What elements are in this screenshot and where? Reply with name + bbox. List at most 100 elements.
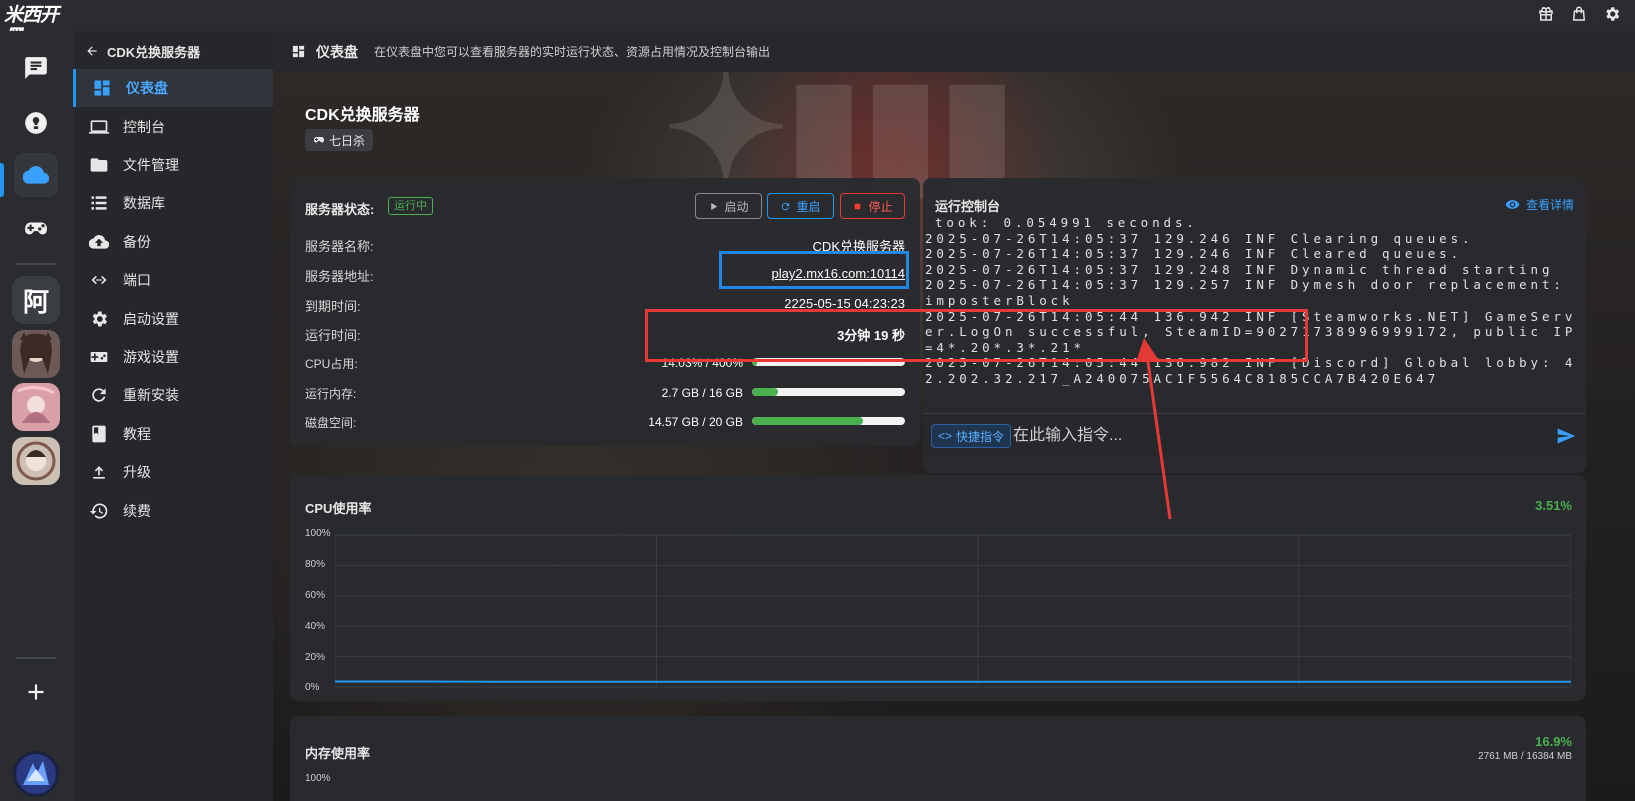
- info-label: 磁盘空间:: [305, 416, 357, 430]
- y-tick-label: 40%: [305, 621, 326, 632]
- sidebar-item-reinstall[interactable]: 重新安装: [73, 376, 273, 414]
- history-clock-icon: [89, 503, 108, 519]
- shopping-bag-icon[interactable]: [1570, 5, 1588, 23]
- y-tick-label: 100%: [305, 773, 331, 784]
- memory-detail-value: 2761 MB / 16384 MB: [1478, 751, 1572, 762]
- page-description: 在仪表盘中您可以查看服务器的实时运行状态、资源占用情况及控制台输出: [374, 45, 771, 59]
- start-button[interactable]: 启动: [695, 193, 762, 219]
- server-title: CDK兑换服务器: [305, 107, 420, 124]
- disk-usage-row: 磁盘空间: 14.57 GB / 20 GB: [305, 412, 905, 432]
- main-content: ✦▮▮▮ 仪表盘 在仪表盘中您可以查看服务器的实时运行状态、资源占用情况及控制台…: [273, 31, 1635, 801]
- sidebar-item-startup[interactable]: 启动设置: [73, 300, 273, 338]
- memory-current-value: 16.9%: [1535, 734, 1572, 749]
- address-highlight-box: [719, 251, 909, 289]
- cpu-usage-card: CPU使用率 3.51% 100% 80% 60% 40% 20% 0%: [290, 475, 1586, 701]
- console-line: 2025-07-26T14:05:37 129.248 INF Dynamic …: [925, 261, 1554, 277]
- stop-button-label: 停止: [868, 199, 893, 214]
- sidebar-item-label: 备份: [123, 234, 151, 250]
- cloud-server-icon[interactable]: [14, 153, 58, 197]
- disk-usage-text: 14.57 GB / 20 GB: [648, 415, 743, 429]
- command-input[interactable]: [1011, 422, 1531, 450]
- stop-button[interactable]: 停止: [840, 193, 905, 219]
- community-icon[interactable]: [14, 101, 58, 145]
- sidebar-item-label: 启动设置: [123, 311, 179, 327]
- info-label: 运行内存:: [305, 387, 357, 401]
- y-tick-label: 20%: [305, 652, 326, 663]
- console-line: took: 0.054991 seconds.: [935, 215, 1198, 230]
- start-button-label: 启动: [724, 199, 749, 214]
- console-line: 2025-07-26T14:05:37 129.257 INF Dymesh d…: [925, 277, 1577, 308]
- restart-button[interactable]: 重启: [767, 193, 834, 219]
- sidebar-item-tutorial[interactable]: 教程: [73, 415, 273, 453]
- chat-icon[interactable]: [14, 46, 58, 90]
- info-label: 服务器地址:: [305, 269, 374, 284]
- view-details-label: 查看详情: [1525, 198, 1574, 212]
- server-sidebar: CDK兑换服务器 仪表盘 控制台 文件管理 数据库 备份 端口 启动设置 游戏设…: [73, 31, 273, 801]
- gamepad-icon: [314, 137, 324, 143]
- y-tick-label: 80%: [305, 559, 326, 570]
- database-list-icon: [91, 196, 107, 210]
- status-badge: 运行中: [388, 197, 433, 215]
- send-icon[interactable]: [1556, 426, 1576, 446]
- user-avatar[interactable]: [13, 751, 59, 797]
- sidebar-item-console[interactable]: 控制台: [73, 108, 273, 146]
- memory-usage-text: 2.7 GB / 16 GB: [661, 386, 743, 400]
- memory-usage-row: 运行内存: 2.7 GB / 16 GB: [305, 383, 905, 403]
- quick-command-label: 快捷指令: [956, 429, 1005, 444]
- game-tag: 七日杀: [305, 129, 374, 151]
- sidebar-item-backup[interactable]: 备份: [73, 223, 273, 261]
- rail-active-indicator: [0, 163, 4, 197]
- y-tick-label: 60%: [305, 590, 326, 601]
- sidebar-item-upgrade[interactable]: 升级: [73, 453, 273, 491]
- eye-icon: [1505, 200, 1520, 209]
- y-tick-label: 100%: [305, 528, 331, 539]
- sidebar-item-files[interactable]: 文件管理: [73, 146, 273, 184]
- page-title: 仪表盘: [316, 43, 358, 60]
- memory-chart-title: 内存使用率: [305, 746, 371, 761]
- stop-icon: [855, 203, 861, 209]
- view-details-link[interactable]: 查看详情: [1505, 196, 1574, 213]
- info-label: 服务器名称:: [305, 239, 374, 254]
- disk-progress-bar: [752, 417, 905, 425]
- info-label: CPU占用:: [305, 357, 358, 371]
- dashboard-icon: [292, 45, 305, 58]
- sidebar-item-label: 文件管理: [123, 157, 179, 173]
- app-logo[interactable]: 米西开黑 Nixi together: [4, 4, 68, 48]
- sidebar-item-ports[interactable]: 端口: [73, 261, 273, 299]
- app-rail: 阿: [0, 31, 73, 801]
- sidebar-server-name: CDK兑换服务器: [107, 44, 201, 60]
- add-icon[interactable]: [14, 670, 58, 714]
- console-input-bar: <> 快捷指令: [923, 413, 1586, 458]
- gamepad-icon[interactable]: [14, 207, 58, 251]
- server-avatar-pink[interactable]: [12, 383, 60, 431]
- gear-icon[interactable]: [1603, 5, 1621, 23]
- sidebar-item-label: 重新安装: [123, 387, 179, 403]
- gift-box-icon[interactable]: [1537, 5, 1555, 23]
- cloud-upload-icon: [89, 235, 109, 249]
- page-header: 仪表盘 在仪表盘中您可以查看服务器的实时运行状态、资源占用情况及控制台输出: [273, 31, 1635, 72]
- gamepad-icon: [90, 352, 108, 362]
- upload-arrow-icon: [93, 466, 105, 479]
- sidebar-item-dashboard[interactable]: 仪表盘: [73, 69, 273, 107]
- sidebar-item-database[interactable]: 数据库: [73, 184, 273, 222]
- back-to-servers[interactable]: CDK兑换服务器: [85, 41, 200, 61]
- server-avatar-character[interactable]: [12, 437, 60, 485]
- info-label: 运行时间:: [305, 328, 361, 343]
- sidebar-item-label: 仪表盘: [126, 80, 168, 96]
- server-avatar-text[interactable]: 阿: [12, 276, 60, 324]
- play-icon: [711, 202, 718, 210]
- memory-usage-card: 内存使用率 16.9% 2761 MB / 16384 MB 100%: [290, 716, 1586, 801]
- sidebar-item-renew[interactable]: 续费: [73, 492, 273, 530]
- sidebar-item-label: 游戏设置: [123, 349, 179, 365]
- server-avatar-anime[interactable]: [12, 330, 60, 378]
- rail-divider: [16, 263, 56, 265]
- gear-icon: [92, 311, 107, 327]
- y-tick-label: 0%: [305, 682, 320, 693]
- folder-icon: [90, 158, 108, 172]
- sidebar-item-game-settings[interactable]: 游戏设置: [73, 338, 273, 376]
- quick-command-button[interactable]: <> 快捷指令: [931, 424, 1012, 448]
- sidebar-item-label: 数据库: [123, 195, 165, 211]
- game-tag-label: 七日杀: [329, 133, 366, 148]
- arrow-left-icon: [87, 46, 97, 56]
- sidebar-item-label: 续费: [123, 503, 151, 519]
